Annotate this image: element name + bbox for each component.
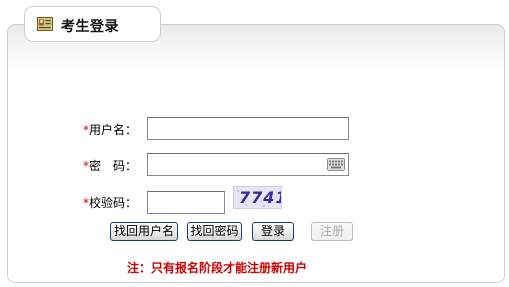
- register-button[interactable]: 注册: [311, 222, 353, 241]
- id-card-icon: [37, 17, 53, 31]
- register-notice: 注：只有报名阶段才能注册新用户: [127, 261, 308, 275]
- page-title: 考生登录: [61, 19, 119, 35]
- username-label: *用户名：: [83, 123, 138, 137]
- password-input[interactable]: [147, 153, 349, 176]
- find-username-button[interactable]: 找回用户名: [110, 222, 178, 241]
- keyboard-icon[interactable]: [327, 158, 345, 171]
- captcha-label: *校验码：: [83, 196, 138, 210]
- find-password-button[interactable]: 找回密码: [187, 222, 242, 241]
- username-input[interactable]: [147, 117, 349, 140]
- captcha-input[interactable]: [147, 191, 225, 214]
- captcha-image[interactable]: 7741: [233, 186, 282, 209]
- login-button[interactable]: 登录: [252, 222, 294, 241]
- password-label: *密 码：: [83, 159, 138, 173]
- captcha-text: 7741: [239, 188, 281, 207]
- header-tab: 考生登录: [24, 6, 161, 42]
